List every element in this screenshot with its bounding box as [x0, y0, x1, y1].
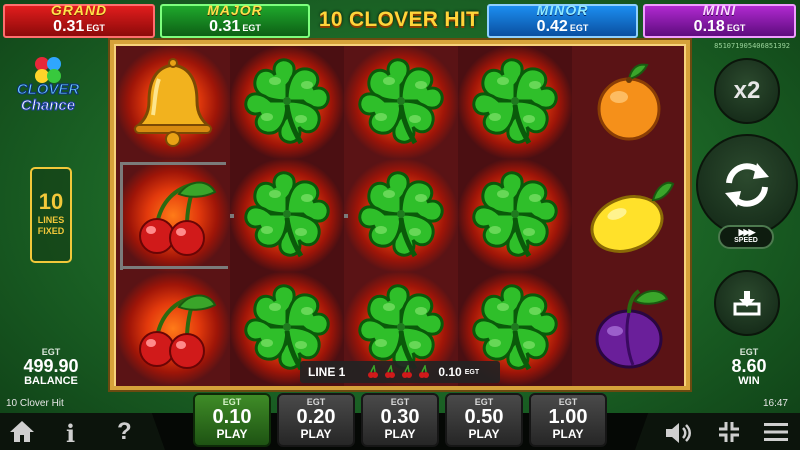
reel-5-row-1-orange-icon	[572, 46, 686, 159]
jackpot-minor-title: MINOR	[536, 2, 589, 18]
bet-amount: 0.50	[464, 406, 504, 428]
lines-count: 10	[38, 189, 64, 214]
line-win-currency: EGT	[464, 368, 480, 376]
speed-label: SPEED	[734, 237, 758, 244]
help-icon[interactable]: ?	[117, 418, 132, 446]
reel-2-row-1-clover-icon	[230, 46, 344, 159]
multiplier-button[interactable]: x2	[714, 58, 780, 124]
cherry-icon	[368, 365, 379, 378]
payline-marker	[120, 162, 226, 165]
game-serial: 851071905406851392	[714, 42, 790, 50]
reel-4	[458, 46, 572, 386]
payline-marker	[230, 214, 234, 218]
jackpot-minor-value: 0.42	[536, 18, 568, 35]
menu-icon[interactable]	[764, 422, 788, 442]
balance-meter: EGT 499.90 BALANCE	[14, 347, 88, 387]
cherry-icon	[385, 365, 396, 378]
jackpot-grand: GRAND 0.31 EGT	[3, 2, 155, 38]
jackpot-minor-currency: EGT	[569, 23, 589, 33]
bet-amount: 0.20	[296, 406, 336, 428]
bet-amount: 1.00	[548, 406, 588, 428]
jackpot-major: MAJOR 0.31 EGT	[160, 2, 310, 38]
jackpot-mini-value: 0.18	[693, 18, 725, 35]
clock: 16:47	[762, 398, 788, 409]
game-title: 10 CLOVER HIT	[318, 8, 480, 31]
home-icon[interactable]	[9, 419, 35, 443]
line-win-banner: LINE 1 0.10 EGT	[300, 361, 500, 383]
jackpot-mini: MINI 0.18 EGT	[643, 2, 796, 38]
clover-chance-logo: CLOVER Chance	[16, 57, 80, 115]
collect-button[interactable]	[714, 270, 780, 336]
payline-marker	[344, 214, 348, 218]
bet-button-1[interactable]: EGT 0.10 PLAY	[193, 393, 271, 447]
balance-label: BALANCE	[24, 375, 78, 387]
balance-value: 499.90	[23, 356, 79, 376]
bet-play-label: PLAY	[384, 427, 416, 441]
fullscreen-exit-icon[interactable]	[718, 421, 740, 443]
win-value: 8.60	[731, 356, 767, 376]
bet-play-label: PLAY	[300, 427, 332, 441]
spin-button[interactable]	[696, 134, 798, 236]
bet-button-2[interactable]: EGT 0.20 PLAY	[277, 393, 355, 447]
win-meter: EGT 8.60 WIN	[712, 347, 786, 387]
win-label: WIN	[738, 375, 760, 387]
reel-1	[116, 46, 230, 386]
jackpot-mini-title: MINI	[702, 2, 737, 18]
bet-amount: 0.30	[380, 406, 420, 428]
reel-5-row-2-lemon-icon	[572, 159, 686, 272]
speed-button[interactable]: ▶▶▶ SPEED	[718, 225, 774, 249]
multiplier-label: x2	[733, 77, 761, 104]
jackpot-minor: MINOR 0.42 EGT	[487, 2, 638, 38]
line-win-label: LINE 1	[308, 365, 346, 379]
reel-3-row-1-clover-icon	[344, 46, 458, 159]
bet-amount: 0.10	[212, 406, 252, 428]
footer-game-name: 10 Clover Hit	[6, 398, 64, 409]
bet-button-3[interactable]: EGT 0.30 PLAY	[361, 393, 439, 447]
fast-forward-icon: ▶▶▶	[738, 227, 756, 237]
bet-play-label: PLAY	[552, 427, 584, 441]
reel-1-row-2-cherry-icon	[116, 159, 230, 272]
jackpot-mini-currency: EGT	[726, 23, 746, 33]
cherry-icon	[419, 365, 430, 378]
line-win-amount: 0.10	[438, 365, 462, 379]
jackpot-grand-value: 0.31	[53, 18, 85, 35]
cherry-icon	[402, 365, 413, 378]
reel-5	[572, 46, 684, 386]
bet-play-label: PLAY	[216, 427, 248, 441]
reel-3-row-2-clover-icon	[344, 159, 458, 272]
logo-word-clover: CLOVER	[17, 81, 80, 98]
reel-area	[110, 40, 690, 390]
lines-fixed-label: FIXED	[37, 226, 65, 236]
reel-5-row-3-plum-icon	[572, 272, 686, 385]
reel-1-row-3-cherry-icon	[116, 272, 230, 385]
lines-label: LINES	[37, 215, 65, 225]
bet-play-label: PLAY	[468, 427, 500, 441]
logo-word-chance: Chance	[21, 97, 75, 114]
jackpot-grand-currency: EGT	[86, 23, 105, 33]
reel-1-row-1-bell-icon	[116, 46, 230, 159]
sound-icon[interactable]	[664, 421, 692, 445]
jackpot-major-currency: EGT	[242, 23, 261, 33]
reel-4-row-1-clover-icon	[458, 46, 572, 159]
reel-3	[344, 46, 458, 386]
download-icon	[733, 291, 761, 316]
reel-2-row-2-clover-icon	[230, 159, 344, 272]
lines-fixed-indicator: 10 LINES FIXED	[30, 167, 72, 263]
jackpot-grand-title: GRAND	[50, 2, 108, 18]
reel-4-row-2-clover-icon	[458, 159, 572, 272]
bet-button-5[interactable]: EGT 1.00 PLAY	[529, 393, 607, 447]
info-icon[interactable]: i	[66, 419, 75, 448]
bet-button-4[interactable]: EGT 0.50 PLAY	[445, 393, 523, 447]
jackpot-major-title: MAJOR	[207, 2, 263, 18]
reel-2	[230, 46, 344, 386]
payline-marker	[120, 266, 228, 269]
line-win-symbols	[367, 365, 430, 379]
jackpot-major-value: 0.31	[209, 18, 241, 35]
refresh-icon	[725, 163, 769, 207]
payline-marker	[120, 162, 123, 270]
